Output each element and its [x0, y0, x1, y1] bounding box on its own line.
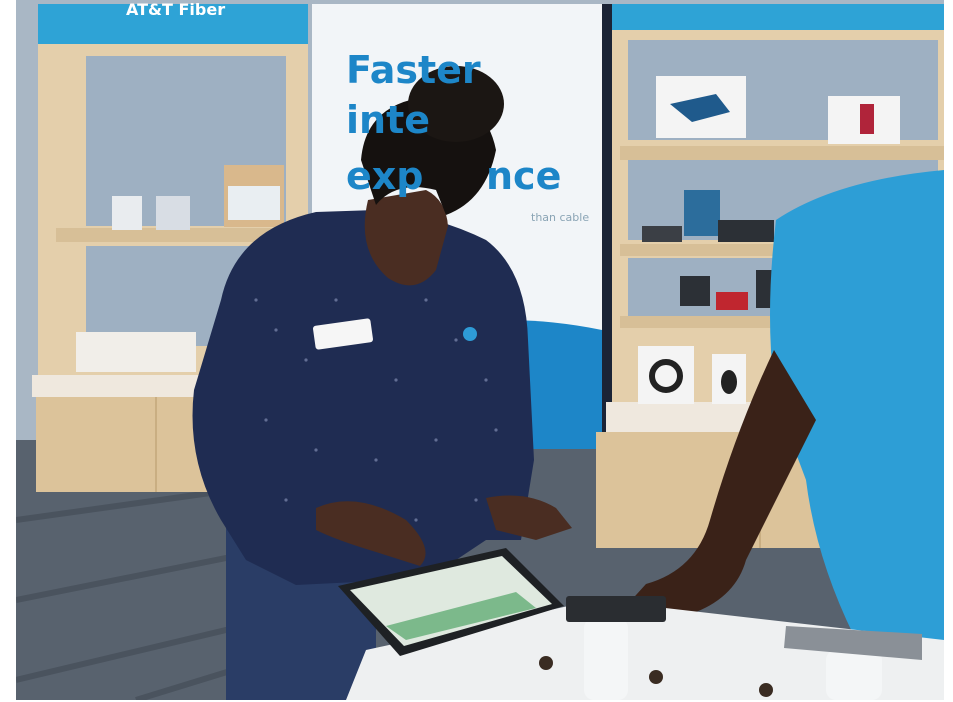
att-logo-icon [463, 327, 477, 341]
product-box [112, 196, 142, 230]
retail-store-photo: AT&T Fiber Faster inte exp nce than cabl… [16, 0, 944, 700]
device-stand [826, 650, 882, 700]
product-box [684, 190, 720, 236]
product-boxes-row [76, 332, 196, 372]
product-box [156, 196, 190, 230]
banner-subtext: than cable [531, 211, 590, 224]
photo-scene: AT&T Fiber Faster inte exp nce than cabl… [0, 0, 953, 702]
top-sign-text: AT&T Fiber [126, 0, 226, 19]
photo-illustration [16, 0, 944, 700]
device-stand [584, 618, 628, 700]
banner-line-1: Faster [346, 48, 481, 92]
headphones-box [638, 346, 694, 404]
banner-line-2: inte [346, 98, 431, 142]
banner-line-3: exp [346, 154, 424, 198]
banner-line-4: nce [486, 154, 562, 198]
phone-on-stand [566, 596, 666, 622]
